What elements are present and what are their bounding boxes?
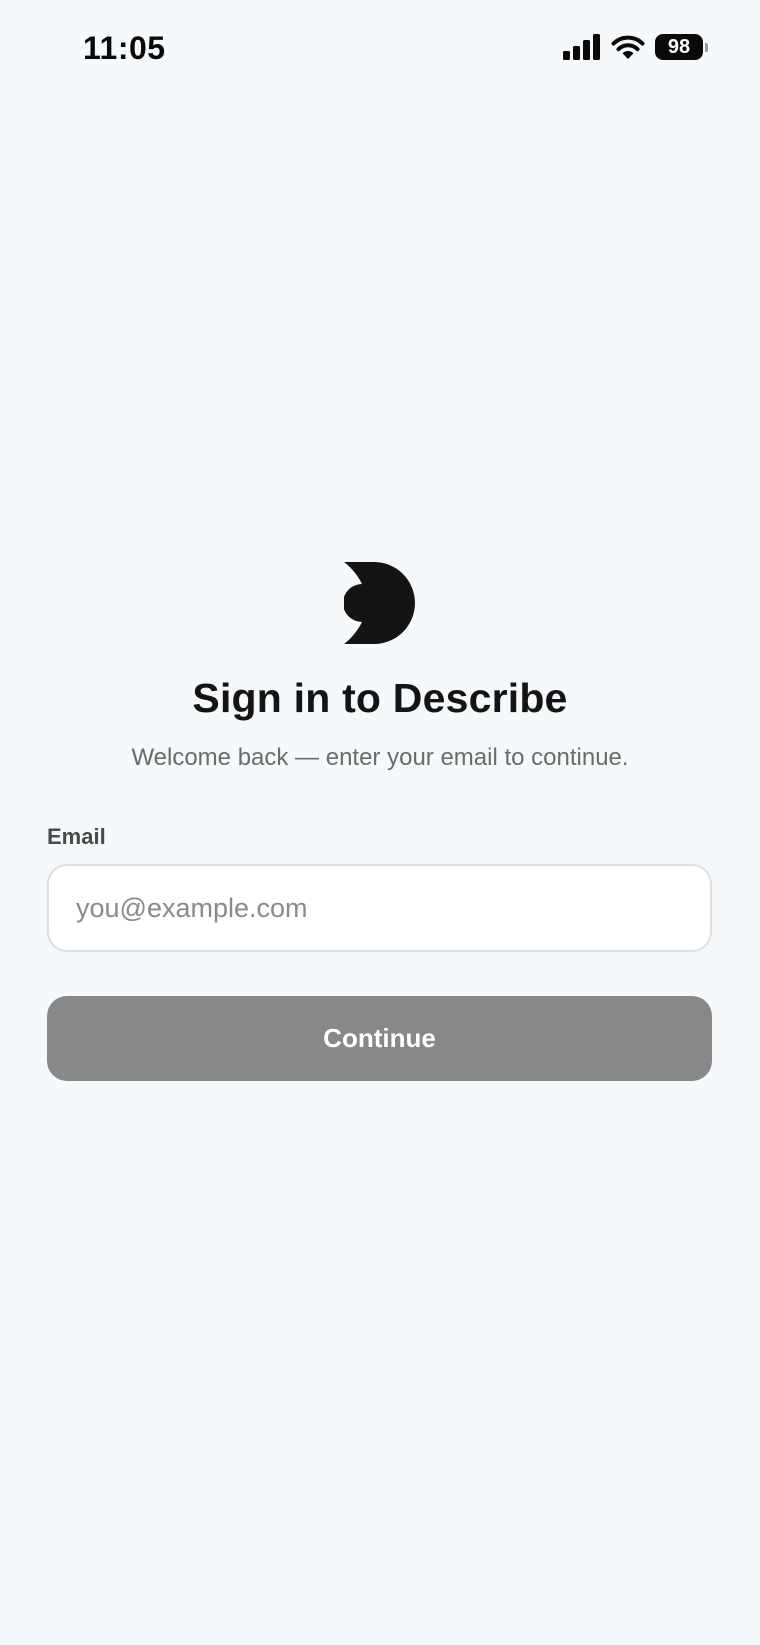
battery-cap (705, 42, 708, 52)
battery-icon: 98 (655, 34, 708, 60)
status-time: 11:05 (83, 30, 166, 66)
battery-level: 98 (655, 34, 703, 60)
status-bar: 11:05 98 (0, 0, 760, 100)
wifi-icon (611, 35, 645, 59)
continue-button[interactable]: Continue (47, 996, 712, 1081)
page-title: Sign in to Describe (192, 675, 568, 721)
email-field[interactable] (47, 864, 712, 952)
status-icons: 98 (563, 34, 708, 60)
describe-logo-icon (344, 562, 415, 644)
email-label: Email (47, 824, 106, 849)
page-subtitle: Welcome back — enter your email to conti… (131, 744, 629, 771)
signal-bars-icon (563, 34, 600, 60)
